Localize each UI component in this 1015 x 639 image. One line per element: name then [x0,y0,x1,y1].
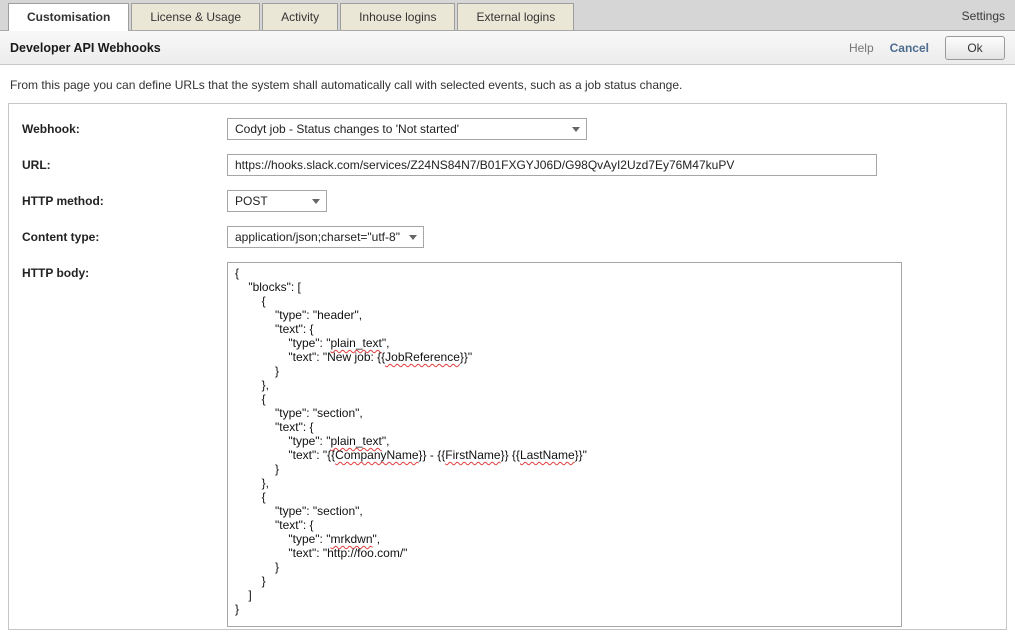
tab-external-logins[interactable]: External logins [457,3,574,30]
webhook-label: Webhook: [9,118,227,136]
content-type-select[interactable]: application/json;charset="utf-8" [227,226,424,248]
url-label: URL: [9,154,227,172]
url-row: URL: [9,154,1006,176]
content-type-row: Content type: application/json;charset="… [9,226,1006,248]
settings-link[interactable]: Settings [962,9,1005,30]
tab-inhouse-logins[interactable]: Inhouse logins [340,3,455,30]
http-method-label: HTTP method: [9,190,227,208]
chevron-down-icon [403,227,423,247]
page-title: Developer API Webhooks [10,41,161,55]
webhook-select[interactable]: Codyt job - Status changes to 'Not start… [227,118,587,140]
http-method-selected-value: POST [235,194,268,208]
tab-license-usage[interactable]: License & Usage [131,3,260,30]
http-body-row: HTTP body: { "blocks": [ { "type": "head… [9,262,1006,627]
http-method-select[interactable]: POST [227,190,327,212]
tab-customisation[interactable]: Customisation [8,3,129,31]
intro-text: From this page you can define URLs that … [0,65,1015,92]
action-buttons: Help Cancel Ok [849,36,1005,60]
cancel-link[interactable]: Cancel [890,41,929,55]
http-method-row: HTTP method: POST [9,190,1006,212]
action-bar: Developer API Webhooks Help Cancel Ok [0,31,1015,65]
webhook-form-panel: Webhook: Codyt job - Status changes to '… [8,103,1007,630]
http-body-label: HTTP body: [9,262,227,280]
chevron-down-icon [566,119,586,139]
content-type-selected-value: application/json;charset="utf-8" [235,230,400,244]
help-link[interactable]: Help [849,41,874,55]
webhook-selected-value: Codyt job - Status changes to 'Not start… [235,122,459,136]
tab-activity[interactable]: Activity [262,3,338,30]
http-body-input[interactable]: { "blocks": [ { "type": "header", "text"… [227,262,902,627]
chevron-down-icon [306,191,326,211]
webhook-row: Webhook: Codyt job - Status changes to '… [9,118,1006,140]
ok-button[interactable]: Ok [945,36,1005,60]
content-type-label: Content type: [9,226,227,244]
tab-strip: Customisation License & Usage Activity I… [0,0,1015,31]
url-input[interactable] [227,154,877,176]
